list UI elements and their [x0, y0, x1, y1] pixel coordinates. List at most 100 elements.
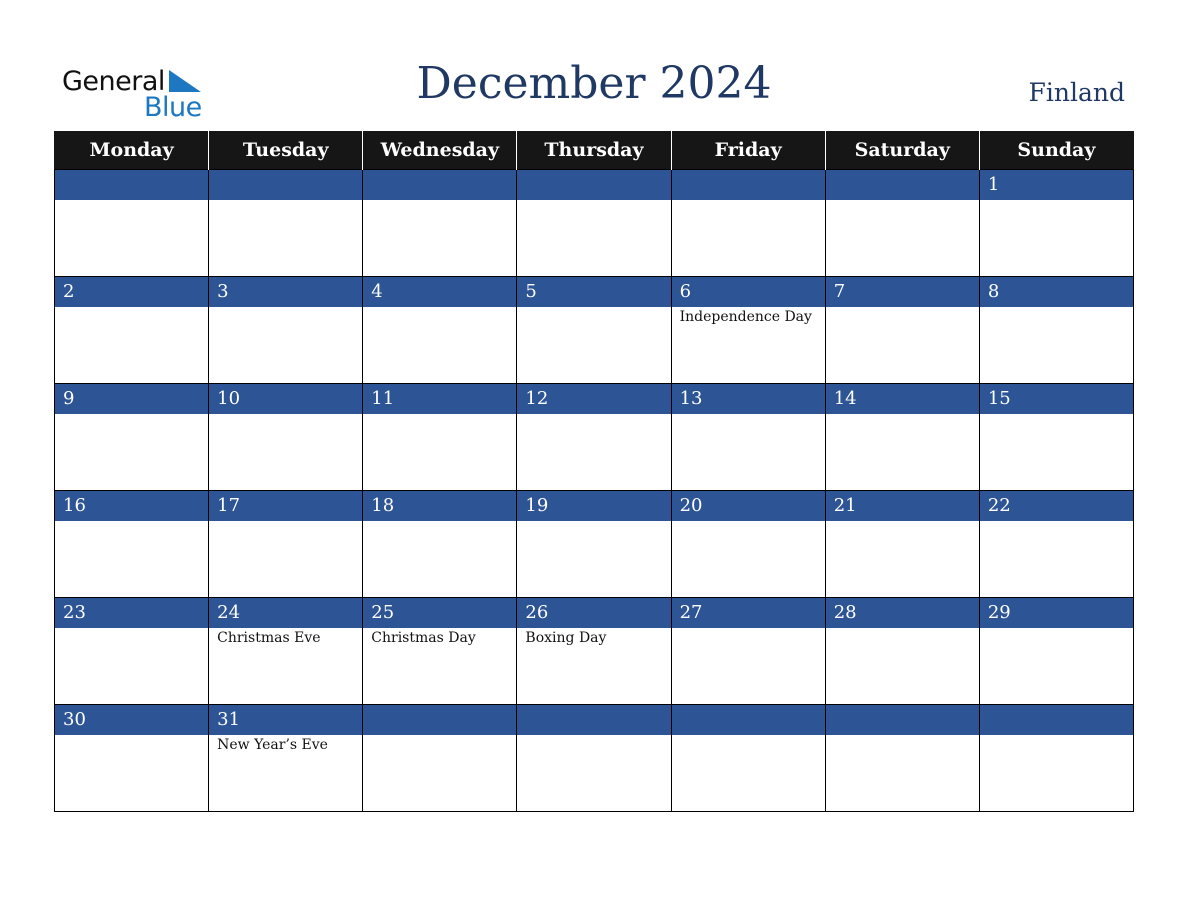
- date-number: 28: [825, 598, 979, 628]
- weekday-header-row: Monday Tuesday Wednesday Thursday Friday…: [53, 131, 1135, 170]
- day-cell: 1: [978, 169, 1135, 277]
- day-cell: [824, 169, 980, 277]
- week-row: 9 10 11 12 13 14 15: [53, 383, 1135, 491]
- weekday-header: Monday: [53, 131, 210, 170]
- holiday-label: Independence Day: [679, 309, 812, 325]
- date-number: [517, 705, 671, 735]
- date-number: [825, 705, 979, 735]
- day-cell: 14: [824, 383, 980, 491]
- holiday-label: [672, 735, 825, 737]
- week-row: 1: [53, 169, 1135, 277]
- date-number: [825, 170, 979, 200]
- week-row: 2 3 4 5 6 Independence Day 7 8: [53, 276, 1135, 384]
- holiday-label: [517, 414, 670, 416]
- holiday-label: [55, 735, 208, 737]
- holiday-label: [672, 521, 825, 523]
- date-number: 16: [55, 491, 209, 521]
- holiday-label: [672, 628, 825, 630]
- date-number: 19: [517, 491, 671, 521]
- calendar-grid: Monday Tuesday Wednesday Thursday Friday…: [53, 131, 1135, 812]
- day-cell: [362, 169, 518, 277]
- holiday-label: [980, 521, 1133, 523]
- holiday-label: [517, 307, 670, 309]
- holiday-label: [672, 200, 825, 202]
- weekday-header: Saturday: [824, 131, 980, 170]
- holiday-label: Christmas Eve: [217, 630, 321, 646]
- holiday-label: [980, 414, 1133, 416]
- date-number: [671, 705, 825, 735]
- date-number: 13: [671, 384, 825, 414]
- holiday-label: [826, 628, 979, 630]
- date-number: 27: [671, 598, 825, 628]
- day-cell: 25 Christmas Day: [362, 597, 518, 705]
- day-cell: 7: [824, 276, 980, 384]
- day-cell: 26 Boxing Day: [516, 597, 672, 705]
- date-number: 25: [363, 598, 517, 628]
- date-number: [55, 170, 209, 200]
- holiday-label: [826, 521, 979, 523]
- holiday-label: [55, 521, 208, 523]
- day-cell: 16: [53, 490, 210, 598]
- day-cell: 20: [670, 490, 826, 598]
- day-cell: [516, 169, 672, 277]
- holiday-label: [826, 735, 979, 737]
- week-row: 30 31 New Year’s Eve: [53, 704, 1135, 812]
- day-cell: 31 New Year’s Eve: [208, 704, 364, 812]
- week-row: 16 17 18 19 20 21 22: [53, 490, 1135, 598]
- week-row: 23 24 Christmas Eve 25 Christmas Day 26 Boxing…: [53, 597, 1135, 705]
- date-number: 26: [517, 598, 671, 628]
- holiday-label: [517, 521, 670, 523]
- day-cell: [208, 169, 364, 277]
- holiday-label: [363, 735, 516, 737]
- day-cell: 5: [516, 276, 672, 384]
- date-number: [363, 170, 517, 200]
- date-number: 7: [825, 277, 979, 307]
- date-number: 3: [209, 277, 363, 307]
- day-cell: 22: [978, 490, 1135, 598]
- holiday-label: [980, 307, 1133, 309]
- day-cell: 8: [978, 276, 1135, 384]
- date-number: 20: [671, 491, 825, 521]
- holiday-label: [826, 307, 979, 309]
- day-cell: 21: [824, 490, 980, 598]
- weekday-header: Sunday: [978, 131, 1135, 170]
- holiday-label: [363, 200, 516, 202]
- date-number: 8: [979, 277, 1133, 307]
- date-number: 5: [517, 277, 671, 307]
- day-cell: 27: [670, 597, 826, 705]
- day-cell: 12: [516, 383, 672, 491]
- date-number: 10: [209, 384, 363, 414]
- weekday-header: Thursday: [516, 131, 672, 170]
- day-cell: 29: [978, 597, 1135, 705]
- country-label: Finland: [1028, 78, 1125, 107]
- date-number: 6: [671, 277, 825, 307]
- weekday-header: Tuesday: [208, 131, 364, 170]
- date-number: 24: [209, 598, 363, 628]
- holiday-label: Christmas Day: [371, 630, 476, 646]
- day-cell: 6 Independence Day: [670, 276, 826, 384]
- date-number: 21: [825, 491, 979, 521]
- date-number: 11: [363, 384, 517, 414]
- day-cell: [978, 704, 1135, 812]
- day-cell: [670, 704, 826, 812]
- date-number: 29: [979, 598, 1133, 628]
- day-cell: 30: [53, 704, 210, 812]
- day-cell: 23: [53, 597, 210, 705]
- day-cell: 24 Christmas Eve: [208, 597, 364, 705]
- date-number: 15: [979, 384, 1133, 414]
- date-number: 18: [363, 491, 517, 521]
- date-number: [671, 170, 825, 200]
- date-number: 14: [825, 384, 979, 414]
- day-cell: 19: [516, 490, 672, 598]
- date-number: 9: [55, 384, 209, 414]
- holiday-label: [363, 307, 516, 309]
- date-number: 22: [979, 491, 1133, 521]
- day-cell: 2: [53, 276, 210, 384]
- holiday-label: [826, 414, 979, 416]
- day-cell: [516, 704, 672, 812]
- holiday-label: [209, 307, 362, 309]
- date-number: [517, 170, 671, 200]
- date-number: 1: [979, 170, 1133, 200]
- date-number: 23: [55, 598, 209, 628]
- day-cell: [824, 704, 980, 812]
